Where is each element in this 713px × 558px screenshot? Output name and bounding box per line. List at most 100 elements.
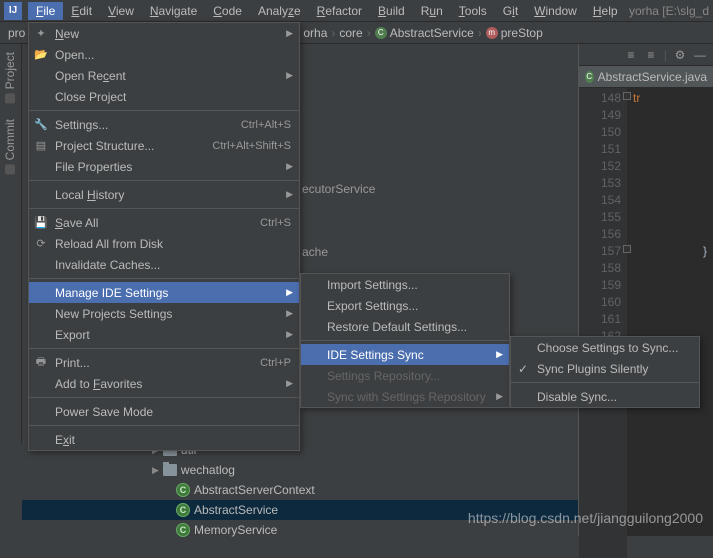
menu-import-settings[interactable]: Import Settings... bbox=[301, 274, 509, 295]
menu-ide-settings-sync[interactable]: IDE Settings Sync▶ bbox=[301, 344, 509, 365]
editor-tab[interactable]: C AbstractService.java bbox=[579, 66, 713, 88]
separator bbox=[29, 425, 299, 426]
gear-icon[interactable]: ⚙ bbox=[673, 48, 687, 62]
breadcrumb-item[interactable]: orha bbox=[303, 26, 327, 40]
open-icon: 📂 bbox=[34, 48, 48, 62]
menu-tools[interactable]: Tools bbox=[451, 2, 495, 20]
menu-power-save[interactable]: Power Save Mode bbox=[29, 401, 299, 422]
menu-export-settings[interactable]: Export Settings... bbox=[301, 295, 509, 316]
chevron-right-icon: ▶ bbox=[286, 329, 293, 340]
file-menu-popup: ✦New▶ 📂Open... Open Recent▶ Close Projec… bbox=[28, 22, 300, 451]
menu-local-history[interactable]: Local History▶ bbox=[29, 184, 299, 205]
breadcrumb-prefix: pro bbox=[8, 26, 25, 40]
chevron-right-icon: ▶ bbox=[286, 189, 293, 200]
tab-commit[interactable]: Commit bbox=[0, 111, 20, 182]
menu-new[interactable]: ✦New▶ bbox=[29, 23, 299, 44]
menu-open-recent[interactable]: Open Recent▶ bbox=[29, 65, 299, 86]
menubar: IJ File Edit View Navigate Code Analyze … bbox=[0, 0, 713, 22]
minimize-icon[interactable]: — bbox=[693, 48, 707, 62]
check-icon: ✓ bbox=[518, 362, 528, 376]
class-icon: C bbox=[176, 503, 190, 517]
editor-tab-label: AbstractService.java bbox=[598, 70, 707, 84]
separator bbox=[301, 340, 509, 341]
separator bbox=[29, 348, 299, 349]
breadcrumb-item[interactable]: CAbstractService bbox=[375, 26, 474, 40]
menu-manage-ide-settings[interactable]: Manage IDE Settings▶ bbox=[29, 282, 299, 303]
save-icon: 💾 bbox=[34, 216, 48, 230]
menu-print[interactable]: 🖶Print...Ctrl+P bbox=[29, 352, 299, 373]
structure-icon: ▤ bbox=[34, 139, 48, 153]
menu-build[interactable]: Build bbox=[370, 2, 413, 20]
menu-close-project[interactable]: Close Project bbox=[29, 86, 299, 107]
wrench-icon: 🔧 bbox=[34, 118, 48, 132]
fold-marker-icon[interactable] bbox=[623, 245, 631, 253]
chevron-right-icon: ▶ bbox=[286, 161, 293, 172]
editor: ≡ ≡ | ⚙ — C AbstractService.java 148149 … bbox=[578, 44, 713, 536]
menu-disable-sync[interactable]: Disable Sync... bbox=[511, 386, 699, 407]
chevron-right-icon: ▶ bbox=[286, 378, 293, 389]
chevron-right-icon: ▶ bbox=[496, 391, 503, 402]
menu-invalidate-caches[interactable]: Invalidate Caches... bbox=[29, 254, 299, 275]
editor-gutter: 148149 150151 152153 154155 156157 15815… bbox=[579, 88, 627, 558]
menu-analyze[interactable]: Analyze bbox=[250, 2, 309, 20]
tab-project[interactable]: Project bbox=[0, 44, 20, 111]
menu-navigate[interactable]: Navigate bbox=[142, 2, 205, 20]
menu-reload-all[interactable]: ⟳Reload All from Disk bbox=[29, 233, 299, 254]
chevron-right-icon: › bbox=[478, 26, 482, 40]
menu-sync-plugins-silently[interactable]: ✓Sync Plugins Silently bbox=[511, 358, 699, 379]
ide-settings-sync-popup: Choose Settings to Sync... ✓Sync Plugins… bbox=[510, 336, 700, 408]
menu-settings-repository: Settings Repository... bbox=[301, 365, 509, 386]
menu-exit[interactable]: Exit bbox=[29, 429, 299, 450]
menu-refactor[interactable]: Refactor bbox=[309, 2, 370, 20]
menu-open[interactable]: 📂Open... bbox=[29, 44, 299, 65]
menu-file-properties[interactable]: File Properties▶ bbox=[29, 156, 299, 177]
menu-sync-with-repo: Sync with Settings Repository▶ bbox=[301, 386, 509, 407]
menu-run[interactable]: Run bbox=[413, 2, 451, 20]
menu-add-favorites[interactable]: Add to Favorites▶ bbox=[29, 373, 299, 394]
tree-class[interactable]: CAbstractServerContext bbox=[22, 480, 578, 500]
separator bbox=[29, 180, 299, 181]
tree-class-selected[interactable]: CAbstractService bbox=[22, 500, 578, 520]
menu-help[interactable]: Help bbox=[585, 2, 626, 20]
editor-toolbar: ≡ ≡ | ⚙ — bbox=[579, 44, 713, 66]
menu-save-all[interactable]: 💾Save AllCtrl+S bbox=[29, 212, 299, 233]
class-icon: C bbox=[585, 71, 594, 83]
method-icon: m bbox=[486, 27, 498, 39]
chevron-right-icon: ▶ bbox=[286, 70, 293, 81]
class-icon: C bbox=[375, 27, 387, 39]
expand-icon[interactable]: ≡ bbox=[624, 48, 638, 62]
menu-file[interactable]: File bbox=[28, 2, 63, 20]
tool-window-tabs: Project Commit bbox=[0, 44, 22, 444]
app-logo: IJ bbox=[4, 2, 22, 20]
tree-folder[interactable]: ▶wechatlog bbox=[22, 460, 578, 480]
menu-project-structure[interactable]: ▤Project Structure...Ctrl+Alt+Shift+S bbox=[29, 135, 299, 156]
menu-edit[interactable]: Edit bbox=[63, 2, 100, 20]
separator bbox=[29, 208, 299, 209]
new-icon: ✦ bbox=[34, 27, 48, 41]
manage-ide-settings-popup: Import Settings... Export Settings... Re… bbox=[300, 273, 510, 408]
menu-code[interactable]: Code bbox=[205, 2, 250, 20]
reload-icon: ⟳ bbox=[34, 237, 48, 251]
code-area[interactable]: tr } bbox=[627, 88, 713, 262]
menu-restore-default[interactable]: Restore Default Settings... bbox=[301, 316, 509, 337]
collapse-icon[interactable]: ≡ bbox=[644, 48, 658, 62]
tree-class[interactable]: CMemoryService bbox=[22, 520, 578, 540]
print-icon: 🖶 bbox=[34, 356, 48, 370]
commit-icon bbox=[5, 165, 15, 175]
menu-view[interactable]: View bbox=[100, 2, 142, 20]
chevron-right-icon: ▶ bbox=[286, 287, 293, 298]
project-icon bbox=[5, 93, 15, 103]
breadcrumb-item[interactable]: mpreStop bbox=[486, 26, 543, 40]
separator bbox=[29, 397, 299, 398]
code-fragment: ecutorService bbox=[302, 182, 375, 196]
menu-new-projects-settings[interactable]: New Projects Settings▶ bbox=[29, 303, 299, 324]
menu-git[interactable]: Git bbox=[495, 2, 526, 20]
menu-window[interactable]: Window bbox=[526, 2, 585, 20]
separator bbox=[29, 278, 299, 279]
breadcrumb-item[interactable]: core bbox=[339, 26, 362, 40]
menu-choose-settings[interactable]: Choose Settings to Sync... bbox=[511, 337, 699, 358]
chevron-right-icon: › bbox=[331, 26, 335, 40]
menu-export[interactable]: Export▶ bbox=[29, 324, 299, 345]
menu-settings[interactable]: 🔧Settings...Ctrl+Alt+S bbox=[29, 114, 299, 135]
fold-marker-icon[interactable] bbox=[623, 92, 631, 100]
